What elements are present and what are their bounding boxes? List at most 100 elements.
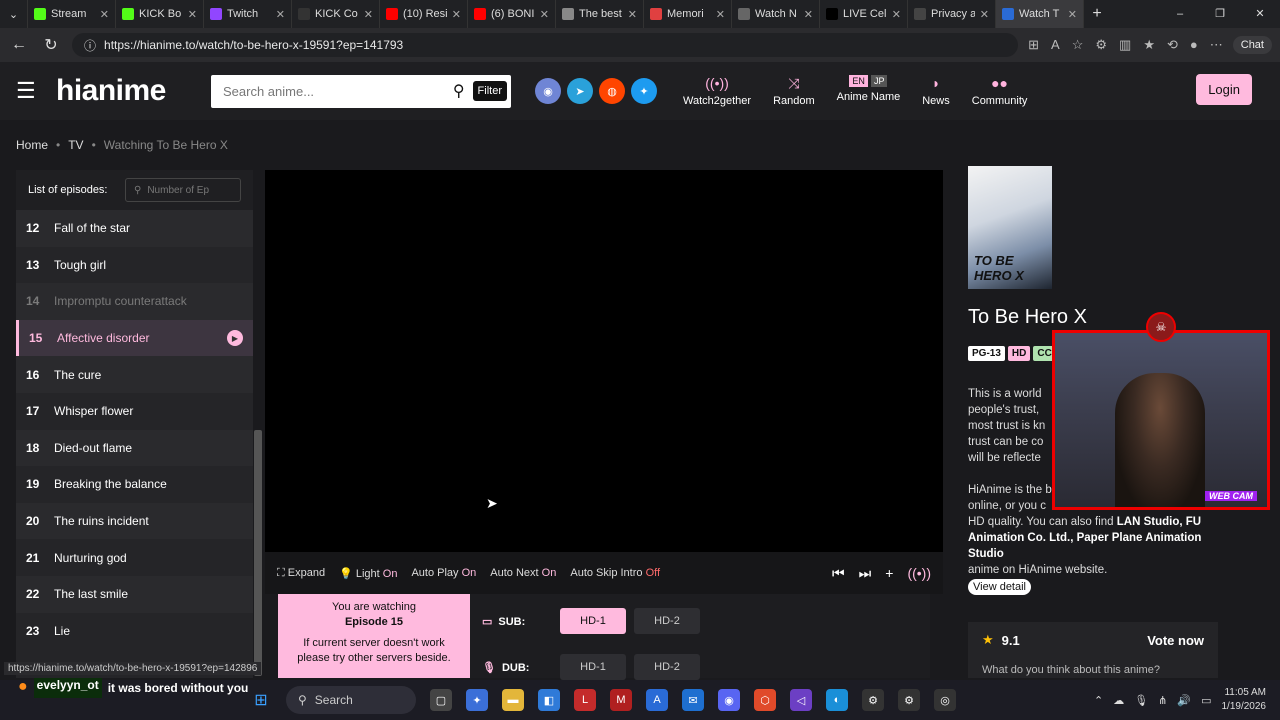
split-icon[interactable]: ▥ (1119, 37, 1131, 53)
mcafee-icon[interactable]: M (610, 689, 632, 711)
episode-item[interactable]: 19 Breaking the balance (16, 466, 253, 503)
settings-icon[interactable]: ⚙ (898, 689, 920, 711)
tab-close-icon[interactable]: ✕ (980, 8, 989, 21)
anime-poster[interactable]: TO BE HERO X (968, 166, 1052, 289)
refresh-button[interactable]: ↻ (40, 35, 62, 55)
login-button[interactable]: Login (1196, 74, 1252, 105)
tab-close-icon[interactable]: ✕ (100, 8, 109, 21)
tab-close-icon[interactable]: ✕ (892, 8, 901, 21)
browser-tab[interactable]: Twitch ✕ (204, 0, 292, 28)
view-detail-button[interactable]: View detail (968, 579, 1031, 595)
episode-item[interactable]: 13 Tough girl (16, 247, 253, 284)
app-icon[interactable]: A (646, 689, 668, 711)
task-view-icon[interactable]: ▢ (430, 689, 452, 711)
browser-tab[interactable]: The best ✕ (556, 0, 644, 28)
history-icon[interactable]: ⟲ (1167, 37, 1178, 53)
url-field[interactable]: ⓘ https://hianime.to/watch/to-be-hero-x-… (72, 33, 1019, 57)
tab-close-icon[interactable]: ✕ (804, 8, 813, 21)
nav-community[interactable]: ●● Community (972, 75, 1028, 107)
maximize-button[interactable]: ❐ (1200, 0, 1240, 28)
edge-icon[interactable]: ◐ (826, 689, 848, 711)
taskbar-search[interactable]: ⚲ Search (286, 686, 416, 714)
browser-tab[interactable]: (6) BONI ✕ (468, 0, 556, 28)
visual-studio-icon[interactable]: ◁ (790, 689, 812, 711)
episode-item[interactable]: 21 Nurturing god (16, 539, 253, 576)
search-icon[interactable]: ⚲ (453, 81, 465, 101)
store-icon[interactable]: ◧ (538, 689, 560, 711)
browser-tab[interactable]: Watch N ✕ (732, 0, 820, 28)
browser-tab[interactable]: Privacy a ✕ (908, 0, 996, 28)
tab-close-icon[interactable]: ✕ (188, 8, 197, 21)
discord-icon[interactable]: ◉ (535, 78, 561, 104)
back-button[interactable]: ← (8, 36, 30, 54)
anime-title[interactable]: To Be Hero X (968, 306, 1087, 329)
discord-icon[interactable]: ◉ (718, 689, 740, 711)
tab-close-icon[interactable]: ✕ (364, 8, 373, 21)
episode-item[interactable]: 15 Affective disorder ▶ (16, 319, 253, 357)
new-tab-button[interactable]: + (1084, 5, 1110, 23)
autonext-toggle[interactable]: Auto Next On (490, 567, 556, 579)
tab-menu-button[interactable]: ⌄ (0, 0, 28, 28)
tab-close-icon[interactable]: ✕ (276, 8, 285, 21)
video-player[interactable] (265, 170, 943, 552)
site-logo[interactable]: hianime (56, 74, 211, 108)
autoskip-toggle[interactable]: Auto Skip Intro Off (570, 567, 660, 579)
browser-tab[interactable]: Watch T ✕ (996, 0, 1084, 28)
browser-tab[interactable]: KICK Bo ✕ (116, 0, 204, 28)
previous-episode-icon[interactable]: ⏮ (832, 565, 845, 582)
browser-tab[interactable]: KICK Co ✕ (292, 0, 380, 28)
language-toggle[interactable]: EN JP (849, 75, 888, 87)
light-toggle[interactable]: 💡 Light On (339, 567, 397, 580)
telegram-icon[interactable]: ➤ (567, 78, 593, 104)
battery-icon[interactable]: ▭ (1201, 694, 1211, 707)
nav-watch2gether[interactable]: ((•)) Watch2gether (683, 75, 751, 107)
expand-button[interactable]: ⛶ Expand (277, 567, 325, 580)
episode-item[interactable]: 12 Fall of the star (16, 210, 253, 247)
episode-item[interactable]: 18 Died-out flame (16, 429, 253, 467)
sub-hd1-button[interactable]: HD-1 (560, 608, 626, 634)
browser-tab[interactable]: LIVE Cel ✕ (820, 0, 908, 28)
close-window-button[interactable]: ✕ (1240, 0, 1280, 28)
episode-item[interactable]: 16 The cure (16, 356, 253, 393)
tab-close-icon[interactable]: ✕ (628, 8, 637, 21)
filter-button[interactable]: Filter (472, 81, 507, 101)
episode-number-search[interactable]: ⚲ Number of Ep (125, 178, 241, 202)
search-input[interactable]: Search anime... ⚲ Filter (211, 74, 511, 108)
episode-item[interactable]: 20 The ruins incident (16, 502, 253, 540)
copilot-chat-button[interactable]: Chat (1232, 36, 1272, 54)
volume-icon[interactable]: 🔊 (1177, 694, 1191, 707)
breadcrumb-home[interactable]: Home (16, 138, 48, 152)
sub-hd2-button[interactable]: HD-2 (634, 608, 700, 634)
extensions-icon[interactable]: ⚙ (1095, 37, 1107, 53)
next-episode-icon[interactable]: ⏭ (859, 565, 872, 582)
nav-anime-name[interactable]: EN JP Anime Name (837, 75, 900, 107)
cloud-icon[interactable]: ☁ (1113, 694, 1124, 707)
dub-hd2-button[interactable]: HD-2 (634, 654, 700, 680)
vote-now-button[interactable]: Vote now (1147, 633, 1204, 648)
tab-close-icon[interactable]: ✕ (716, 8, 725, 21)
episode-item[interactable]: 14 Impromptu counterattack (16, 283, 253, 320)
more-icon[interactable]: ⋯ (1210, 37, 1223, 53)
tab-close-icon[interactable]: ✕ (540, 8, 549, 21)
browser-tab[interactable]: (10) Resi ✕ (380, 0, 468, 28)
episode-list-scrollbar[interactable] (254, 430, 262, 676)
add-to-list-icon[interactable]: + (885, 565, 893, 582)
copilot-icon[interactable]: ✦ (466, 689, 488, 711)
nav-random[interactable]: ⤨ Random (773, 75, 815, 107)
autoplay-toggle[interactable]: Auto Play On (411, 567, 476, 579)
file-explorer-icon[interactable]: ▬ (502, 689, 524, 711)
episode-item[interactable]: 17 Whisper flower (16, 393, 253, 430)
network-icon[interactable]: ⋔ (1158, 694, 1167, 707)
outlook-icon[interactable]: ✉ (682, 689, 704, 711)
clock[interactable]: 11:05 AM 1/19/2026 (1222, 686, 1267, 714)
episode-item[interactable]: 23 Lie (16, 613, 253, 650)
obs-icon[interactable]: ◎ (934, 689, 956, 711)
browser-tab[interactable]: Stream ✕ (28, 0, 116, 28)
breadcrumb-tv[interactable]: TV (68, 138, 83, 152)
microphone-icon[interactable]: 🎙 (1134, 694, 1148, 707)
app-gear-icon[interactable]: ⚙ (862, 689, 884, 711)
app-red-icon[interactable]: ⬡ (754, 689, 776, 711)
tab-close-icon[interactable]: ✕ (1068, 8, 1077, 21)
watch2gether-icon[interactable]: ((•)) (907, 565, 931, 582)
dub-hd1-button[interactable]: HD-1 (560, 654, 626, 680)
